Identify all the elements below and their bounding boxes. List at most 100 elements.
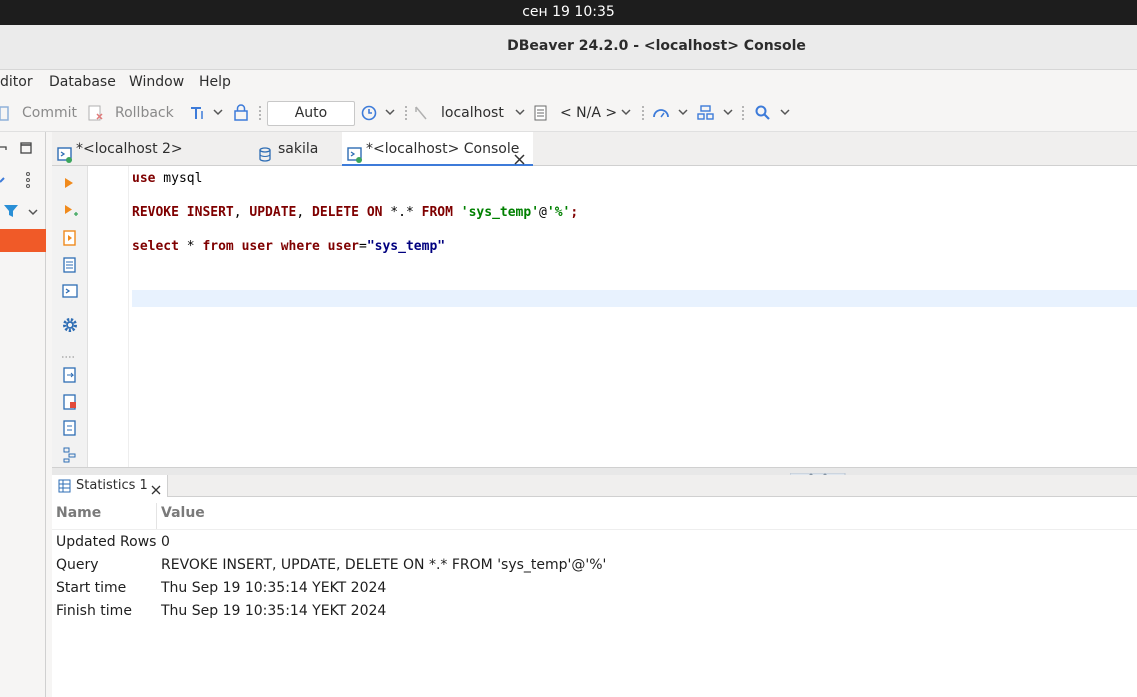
chevron-down-icon[interactable] — [514, 106, 526, 118]
tab-label: sakila — [278, 141, 319, 157]
sql-keyword: from user where user — [202, 239, 359, 254]
sql-keyword: FROM — [421, 205, 453, 220]
variables-icon[interactable] — [63, 420, 77, 440]
stat-value: Thu Sep 19 10:35:14 YEKT 2024 — [161, 603, 387, 619]
tab-localhost-console[interactable]: *<localhost> Console — [342, 132, 533, 166]
menu-help[interactable]: Help — [199, 74, 231, 90]
execute-statement-icon[interactable] — [64, 177, 74, 193]
explain-plan-icon[interactable] — [63, 257, 77, 277]
main-toolbar: Commit Rollback Auto localhost < N/A > — [0, 96, 1137, 132]
sql-text: ; — [570, 205, 579, 220]
window-title-bar: DBeaver 24.2.0 - <localhost> Console — [0, 25, 1137, 70]
editor-tab-bar: *<localhost 2> Console sakila *<localhos… — [52, 132, 1137, 191]
code-line-3: select * from user where user="sys_temp" — [132, 239, 445, 254]
execute-in-new-tab-icon[interactable] — [64, 204, 78, 222]
current-line-highlight — [132, 290, 1137, 307]
stat-value: 0 — [161, 534, 170, 550]
rollback-button[interactable]: Rollback — [115, 96, 174, 130]
selected-navigator-item[interactable] — [0, 229, 46, 252]
history-icon[interactable] — [360, 104, 378, 126]
column-header-value[interactable]: Value — [161, 505, 205, 521]
code-line-1: use mysql — [132, 171, 202, 186]
chevron-down-icon[interactable] — [677, 106, 689, 118]
menu-editor[interactable]: ditor — [0, 74, 33, 90]
lock-icon[interactable] — [233, 104, 249, 126]
sql-text: , — [296, 205, 313, 220]
chevron-down-icon[interactable] — [722, 106, 734, 118]
results-panel: Statistics 1 Name Value Updated Rows 0 Q… — [52, 475, 1137, 697]
stat-name: Updated Rows — [56, 534, 157, 550]
console-output-icon[interactable] — [62, 284, 78, 302]
sql-string: "sys_temp" — [366, 239, 446, 254]
tab-sakila[interactable]: sakila — [252, 132, 332, 166]
tab-label: *<localhost> Console — [366, 141, 520, 157]
sql-keyword: REVOKE INSERT — [132, 205, 234, 220]
chevron-down-icon[interactable] — [27, 206, 39, 218]
header-divider — [52, 529, 1137, 530]
dashboard-icon[interactable] — [652, 105, 670, 125]
sql-text: *.* — [382, 205, 422, 220]
tab-statistics-1[interactable]: Statistics 1 — [52, 475, 168, 497]
rollback-icon — [88, 105, 104, 125]
window-title: DBeaver 24.2.0 - <localhost> Console — [507, 38, 806, 54]
sql-string: '%' — [546, 205, 571, 220]
sql-text: , — [233, 205, 250, 220]
chevron-down-icon[interactable] — [212, 106, 224, 118]
filter-icon[interactable] — [3, 203, 21, 223]
gear-icon[interactable] — [62, 317, 78, 337]
stat-value: REVOKE INSERT, UPDATE, DELETE ON *.* FRO… — [161, 557, 607, 573]
sql-editor[interactable]: use mysql REVOKE INSERT, UPDATE, DELETE … — [52, 166, 1137, 467]
more-options-icon[interactable] — [25, 172, 31, 192]
execute-script-icon[interactable] — [63, 230, 77, 250]
sql-text: * — [178, 239, 203, 254]
tab-localhost-2-console[interactable]: *<localhost 2> Console — [52, 132, 238, 191]
database-navigator-panel — [0, 132, 46, 697]
active-connection-selector[interactable]: localhost — [441, 96, 504, 130]
editor-side-toolbar — [52, 166, 88, 467]
minimize-icon[interactable] — [0, 143, 8, 159]
menu-window[interactable]: Window — [129, 74, 184, 90]
menu-bar: ditor Database Window Help — [0, 70, 1137, 96]
system-top-bar: сен 19 10:35 — [0, 0, 1137, 25]
more-options-icon[interactable] — [61, 347, 77, 363]
chevron-down-icon[interactable] — [779, 106, 791, 118]
sql-keyword: use — [132, 171, 156, 186]
maximize-icon[interactable] — [20, 142, 32, 158]
link-with-editor-icon[interactable] — [0, 174, 6, 190]
search-icon[interactable] — [755, 105, 771, 125]
sql-keyword: DELETE ON — [312, 205, 383, 220]
chevron-down-icon[interactable] — [620, 106, 632, 118]
sql-text: = — [359, 239, 367, 254]
chevron-down-icon[interactable] — [384, 106, 396, 118]
stat-name: Start time — [56, 580, 127, 596]
stat-name: Query — [56, 557, 99, 573]
auto-commit-mode-button[interactable]: Auto — [267, 101, 355, 126]
commit-button[interactable]: Commit — [22, 96, 77, 130]
active-schema-selector[interactable]: < N/A > — [560, 96, 617, 130]
load-script-icon[interactable] — [63, 394, 77, 414]
system-clock[interactable]: сен 19 10:35 — [522, 4, 615, 20]
close-icon[interactable] — [151, 481, 161, 503]
toolbar-separator — [405, 106, 407, 120]
sql-text: mysql — [155, 171, 203, 186]
sql-string: 'sys_temp' — [460, 205, 540, 220]
outline-icon[interactable] — [63, 447, 77, 467]
table-icon — [58, 479, 71, 501]
sql-keyword: select — [132, 239, 179, 254]
sql-keyword: UPDATE — [249, 205, 297, 220]
schema-icon — [534, 105, 548, 125]
results-tab-bar: Statistics 1 — [52, 475, 1137, 497]
column-header-name[interactable]: Name — [56, 505, 101, 521]
stat-name: Finish time — [56, 603, 132, 619]
toolbar-separator — [642, 106, 644, 120]
code-line-2: REVOKE INSERT, UPDATE, DELETE ON *.* FRO… — [132, 205, 578, 220]
transaction-mode-icon[interactable] — [189, 105, 207, 125]
database-tools-icon[interactable] — [697, 105, 715, 125]
export-icon[interactable] — [63, 367, 77, 387]
editor-results-splitter[interactable] — [52, 467, 1137, 480]
menu-database[interactable]: Database — [49, 74, 116, 90]
connection-icon — [413, 105, 429, 125]
sql-text: @ — [539, 205, 547, 220]
column-divider — [156, 503, 157, 529]
